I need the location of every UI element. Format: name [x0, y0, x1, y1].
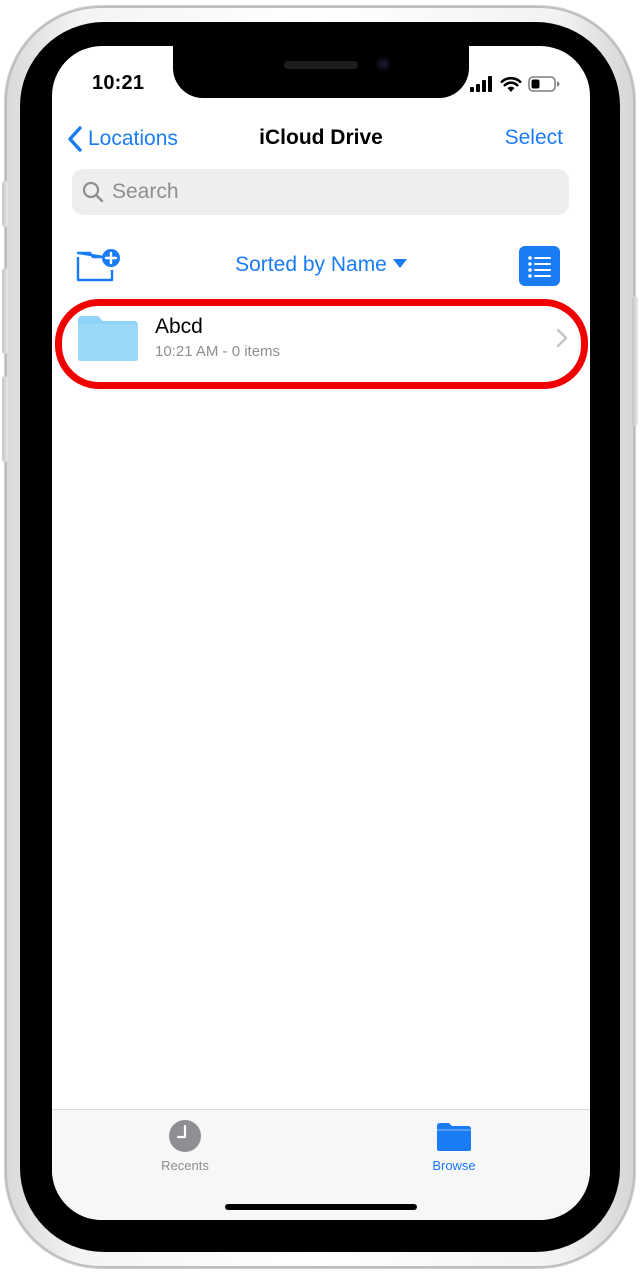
volume-down-button: [2, 376, 8, 462]
chevron-right-icon: [556, 328, 568, 348]
earpiece-speaker: [284, 61, 358, 69]
file-name: Abcd: [155, 315, 203, 338]
status-time: 10:21: [92, 72, 145, 94]
silent-switch: [2, 181, 8, 227]
list-view-icon: [528, 256, 551, 278]
list-item[interactable]: Abcd 10:21 AM - 0 items: [52, 300, 590, 376]
notch: [173, 46, 469, 98]
folder-icon: [78, 316, 138, 361]
screen: 10:21 Locations iCloud Drive Select Sear…: [52, 46, 590, 1220]
power-button: [632, 296, 638, 426]
list-view-button[interactable]: [519, 246, 560, 286]
tab-label-recents: Recents: [161, 1158, 209, 1173]
tab-browse[interactable]: Browse: [394, 1118, 514, 1173]
tab-recents[interactable]: Recents: [125, 1118, 245, 1173]
folder-icon: [437, 1123, 471, 1151]
search-input[interactable]: Search: [72, 169, 569, 215]
caret-down-icon: [392, 259, 407, 268]
clock-icon: [169, 1120, 201, 1152]
sort-label: Sorted by Name: [235, 253, 387, 276]
tab-label-browse: Browse: [432, 1158, 476, 1173]
home-indicator[interactable]: [225, 1204, 417, 1210]
file-meta: 10:21 AM - 0 items: [155, 343, 281, 360]
wifi-icon: [500, 76, 522, 92]
search-placeholder: Search: [112, 180, 179, 203]
sort-dropdown[interactable]: Sorted by Name: [52, 253, 590, 277]
tab-bar: Recents Browse: [52, 1109, 590, 1220]
volume-up-button: [2, 268, 8, 354]
search-icon: [82, 181, 104, 203]
front-camera: [376, 57, 390, 71]
signal-icon: [470, 76, 492, 92]
select-button[interactable]: Select: [505, 126, 563, 150]
battery-icon: [528, 76, 560, 92]
status-icons: [470, 74, 560, 94]
